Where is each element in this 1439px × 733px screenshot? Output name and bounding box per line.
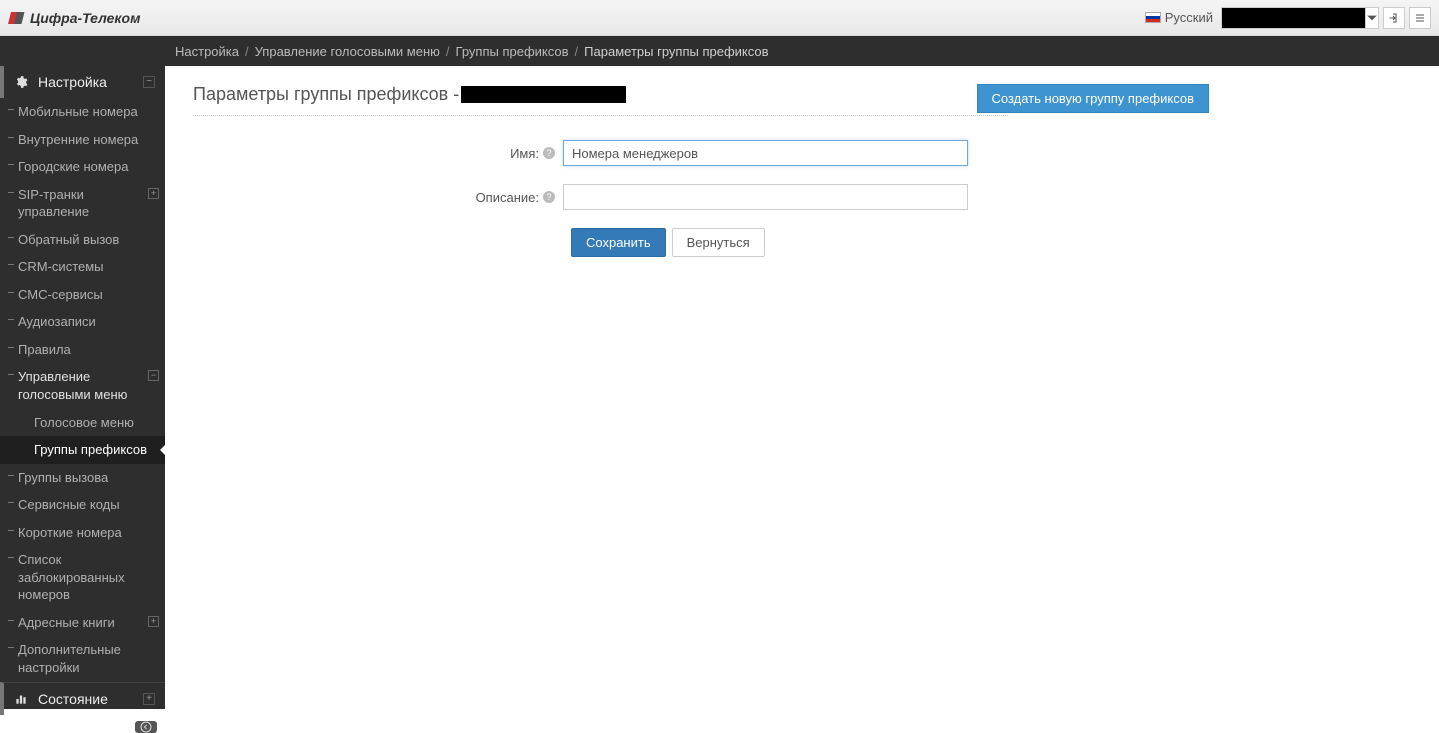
name-label: Имя: ? [193,146,563,161]
language-selector[interactable]: Русский [1145,10,1213,25]
page-title: Параметры группы префиксов - [193,84,1411,105]
redacted-name [461,86,626,103]
sidebar-item-short-numbers[interactable]: Короткие номера [0,519,165,547]
sidebar-item-ivr[interactable]: Управление голосовыми меню− [0,363,165,408]
hamburger-icon [1414,12,1426,24]
crumb-settings[interactable]: Настройка [175,44,239,59]
flag-ru-icon [1145,12,1161,23]
sidebar-item-sms[interactable]: СМС-сервисы [0,281,165,309]
brand-logo[interactable]: Цифра-Телеком [8,9,140,27]
description-input[interactable] [563,184,968,210]
save-button[interactable]: Сохранить [571,228,666,257]
menu-button[interactable] [1409,7,1431,29]
top-header: Цифра-Телеком Русский [0,0,1439,36]
create-prefix-group-button[interactable]: Создать новую группу префиксов [977,84,1210,113]
logo-icon [8,9,26,27]
crumb-sep: / [245,44,249,59]
expand-icon[interactable]: + [148,616,159,627]
sidebar-section-status[interactable]: Состояние + [0,682,165,715]
sidebar-item-crm[interactable]: CRM-системы [0,253,165,281]
sidebar-item-rules[interactable]: Правила [0,336,165,364]
sidebar-sub-voice-menu[interactable]: Голосовое меню [0,409,165,437]
sidebar-status-label: Состояние [38,691,108,707]
sidebar-item-internal[interactable]: Внутренние номера [0,126,165,154]
help-icon[interactable]: ? [543,147,555,159]
sidebar-collapse-button[interactable] [135,721,157,733]
user-dropdown-arrow[interactable] [1365,7,1379,29]
sidebar-item-call-groups[interactable]: Группы вызова [0,464,165,492]
sidebar-item-audio[interactable]: Аудиозаписи [0,308,165,336]
gear-icon [14,75,28,89]
logout-button[interactable] [1383,7,1405,29]
logout-icon [1388,12,1400,24]
crumb-ivr[interactable]: Управление голосовыми меню [255,44,440,59]
collapse-icon[interactable]: − [143,76,155,88]
name-input[interactable] [563,140,968,166]
crumb-prefix-groups[interactable]: Группы префиксов [456,44,569,59]
sidebar-section-settings[interactable]: Настройка − [0,66,165,98]
crumb-current: Параметры группы префиксов [584,44,768,59]
breadcrumb: Настройка / Управление голосовыми меню /… [0,36,1439,66]
brand-text: Цифра-Телеком [30,10,140,26]
caret-down-icon [1366,12,1378,24]
main-content: Создать новую группу префиксов Параметры… [165,66,1439,709]
sidebar-settings-label: Настройка [38,74,107,90]
language-label: Русский [1165,10,1213,25]
crumb-sep: / [575,44,579,59]
sidebar-item-sip[interactable]: SIP-транки управление+ [0,181,165,226]
back-button[interactable]: Вернуться [672,228,765,257]
description-label: Описание: ? [193,190,563,205]
sidebar-item-city[interactable]: Городские номера [0,153,165,181]
expand-icon[interactable]: + [143,693,155,705]
user-dropdown[interactable] [1221,7,1366,29]
help-icon[interactable]: ? [543,191,555,203]
crumb-sep: / [446,44,450,59]
sidebar-item-blocklist[interactable]: Список заблокированных номеров [0,546,165,609]
title-underline [193,115,1008,116]
arrow-left-icon [140,721,152,733]
bar-chart-icon [14,692,28,706]
sidebar-item-callback[interactable]: Обратный вызов [0,226,165,254]
sidebar-item-service-codes[interactable]: Сервисные коды [0,491,165,519]
sidebar-item-extra-settings[interactable]: Дополнительные настройки [0,636,165,681]
sidebar-item-address-books[interactable]: Адресные книги+ [0,609,165,637]
collapse-icon[interactable]: − [148,370,159,381]
sidebar-item-mobile[interactable]: Мобильные номера [0,98,165,126]
sidebar: Настройка − Мобильные номера Внутренние … [0,66,165,709]
expand-icon[interactable]: + [148,188,159,199]
sidebar-sub-prefix-groups[interactable]: Группы префиксов [0,436,165,464]
